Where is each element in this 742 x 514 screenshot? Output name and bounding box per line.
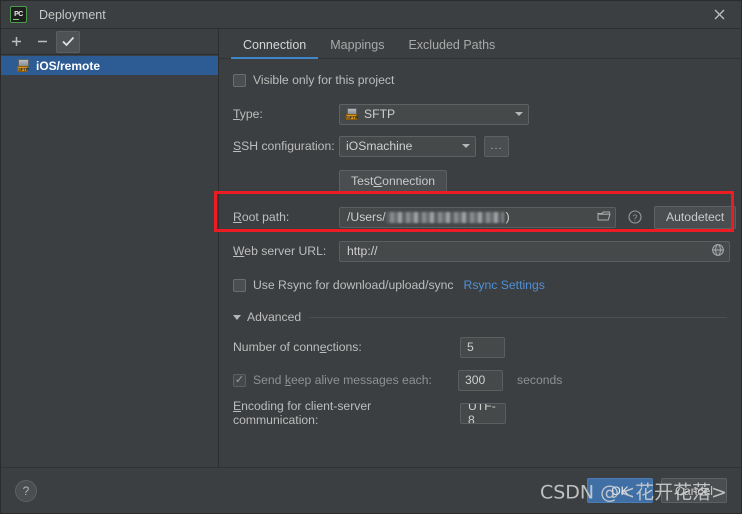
ok-button[interactable]: OK — [587, 478, 653, 503]
encoding-label: Encoding for client-server communication… — [233, 399, 372, 427]
servers-list[interactable]: SFTP iOS/remote — [1, 55, 218, 467]
web-server-url-value: http:// — [347, 244, 378, 258]
connection-panel: Connection Mappings Excluded Paths Visib… — [214, 29, 741, 467]
deployment-dialog: PC Deployment SFTP iOS/remote Connection… — [0, 0, 742, 514]
test-connection-row: Test Connection — [219, 169, 741, 193]
number-of-connections-row: Number of connections: 5 — [219, 336, 741, 358]
title-bar: PC Deployment — [1, 1, 741, 29]
pycharm-logo-icon: PC — [10, 6, 27, 23]
tab-excluded-paths[interactable]: Excluded Paths — [396, 38, 507, 58]
advanced-title: Advanced — [247, 310, 302, 324]
section-divider — [309, 316, 727, 318]
help-icon[interactable]: ? — [625, 207, 645, 227]
number-of-connections-label: Number of connections: — [233, 340, 362, 354]
add-server-button[interactable] — [4, 31, 28, 53]
remove-server-button[interactable] — [30, 31, 54, 53]
type-row: Type: SFTP SFTP — [219, 103, 741, 125]
sftp-icon: SFTP — [346, 108, 359, 120]
visible-only-label: Visible only for this project — [253, 73, 395, 87]
dialog-body: SFTP iOS/remote Connection Mappings Excl… — [1, 29, 741, 467]
sidebar-item-label: iOS/remote — [36, 58, 101, 73]
root-path-label: Root path: — [233, 210, 290, 224]
ssh-configuration-select[interactable]: iOSmachine — [339, 135, 476, 157]
close-icon[interactable] — [697, 1, 741, 28]
web-server-url-label: Web server URL: — [233, 244, 327, 258]
encoding-row: Encoding for client-server communication… — [219, 399, 741, 427]
use-rsync-row: Use Rsync for download/upload/sync Rsync… — [219, 274, 741, 296]
root-path-input[interactable]: /Users/ ) — [339, 206, 616, 228]
visible-only-checkbox[interactable] — [233, 73, 246, 87]
root-path-row: Root path: /Users/ ) ? Autodetect — [219, 205, 741, 229]
root-path-value-suffix: ) — [505, 210, 510, 224]
ssh-configuration-label: SSH configuration: — [233, 139, 335, 153]
advanced-section-header[interactable]: Advanced — [233, 310, 741, 324]
rsync-settings-link[interactable]: Rsync Settings — [464, 278, 545, 292]
test-connection-button[interactable]: Test Connection — [339, 169, 448, 193]
tab-mappings[interactable]: Mappings — [318, 38, 396, 58]
cancel-button[interactable]: Cancel — [661, 478, 727, 503]
sidebar-item-ios-remote[interactable]: SFTP iOS/remote — [1, 56, 218, 75]
keep-alive-label: Send keep alive messages each: — [253, 373, 432, 387]
help-button[interactable]: ? — [15, 479, 37, 502]
settings-tabs: Connection Mappings Excluded Paths — [219, 29, 741, 59]
chevron-down-icon — [457, 137, 475, 156]
number-of-connections-input[interactable]: 5 — [460, 336, 505, 358]
type-value: SFTP — [364, 107, 396, 121]
web-server-url-row: Web server URL: http:// — [219, 240, 741, 262]
use-rsync-checkbox[interactable] — [233, 278, 246, 292]
autodetect-button[interactable]: Autodetect — [654, 205, 737, 229]
folder-icon[interactable] — [597, 210, 611, 225]
use-rsync-label: Use Rsync for download/upload/sync — [253, 278, 454, 292]
keep-alive-input[interactable]: 300 — [458, 369, 503, 391]
sftp-server-icon: SFTP — [17, 59, 31, 72]
type-label: Type: — [233, 107, 263, 121]
servers-sidebar: SFTP iOS/remote — [1, 29, 219, 467]
dialog-footer: ? OK Cancel CSDN @<花开花落> — [1, 467, 741, 513]
dialog-actions: OK Cancel — [587, 478, 727, 503]
type-select[interactable]: SFTP SFTP — [339, 103, 529, 125]
keep-alive-units: seconds — [517, 373, 563, 387]
ssh-configuration-value: iOSmachine — [346, 139, 413, 153]
tab-connection[interactable]: Connection — [231, 38, 319, 59]
redacted-path-segment — [385, 211, 504, 223]
use-as-default-button[interactable] — [56, 30, 80, 53]
servers-toolbar — [1, 29, 218, 55]
chevron-down-icon — [233, 314, 241, 320]
encoding-input[interactable]: UTF-8 — [460, 402, 506, 424]
svg-text:?: ? — [633, 212, 638, 222]
keep-alive-row: ✓ Send keep alive messages each: 300 sec… — [219, 369, 741, 391]
ssh-configuration-row: SSH configuration: iOSmachine ... — [219, 135, 741, 157]
chevron-down-icon — [510, 105, 528, 124]
visible-only-row: Visible only for this project — [219, 69, 741, 91]
globe-icon[interactable] — [711, 243, 725, 260]
window-title: Deployment — [39, 7, 106, 22]
root-path-value: /Users/ — [347, 210, 386, 224]
web-server-url-input[interactable]: http:// — [339, 240, 730, 262]
ssh-configuration-browse-button[interactable]: ... — [484, 135, 509, 157]
keep-alive-checkbox[interactable]: ✓ — [233, 373, 246, 387]
connection-form: Visible only for this project Type: SFTP… — [219, 59, 741, 467]
